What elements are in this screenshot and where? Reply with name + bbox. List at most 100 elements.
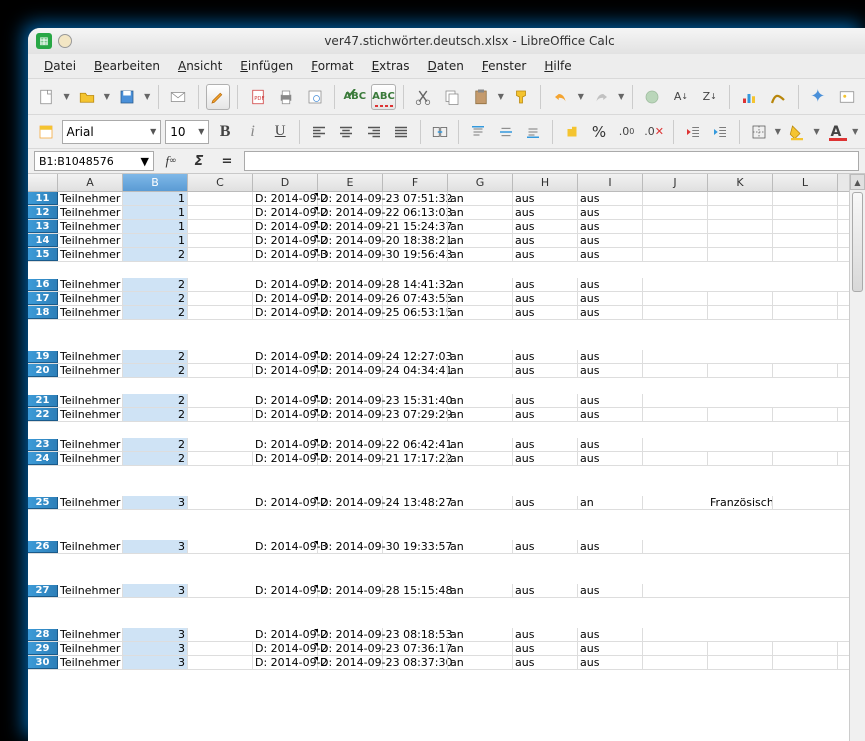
cell[interactable] bbox=[773, 364, 838, 377]
cell[interactable]: Teilnehmer bbox=[58, 220, 123, 233]
cell[interactable]: aus bbox=[578, 292, 643, 305]
cell[interactable]: Teilnehmer bbox=[58, 350, 123, 363]
cell[interactable]: D: 2014-09-24 04:34:41 bbox=[318, 364, 383, 377]
cell[interactable] bbox=[643, 248, 708, 261]
cell[interactable]: Teilnehmer bbox=[58, 628, 123, 641]
table-row[interactable]: 12Teilnehmer1D: 2014-09-2D: 2014-09-22 0… bbox=[28, 206, 865, 220]
cell[interactable] bbox=[188, 292, 253, 305]
cell[interactable]: D: 2014-09-3 bbox=[253, 248, 318, 261]
cell[interactable]: aus bbox=[578, 408, 643, 421]
column-header-H[interactable]: H bbox=[513, 174, 578, 191]
redo-icon[interactable] bbox=[589, 84, 614, 110]
increase-indent-icon[interactable] bbox=[708, 119, 732, 145]
save-icon[interactable] bbox=[115, 84, 140, 110]
cell[interactable]: aus bbox=[513, 452, 578, 465]
cell[interactable]: D: 2014-09-21 17:17:22 bbox=[318, 452, 383, 465]
cell[interactable]: aus bbox=[578, 192, 643, 205]
cell[interactable]: Teilnehmer bbox=[58, 584, 123, 597]
column-header-F[interactable]: F bbox=[383, 174, 448, 191]
cell[interactable]: aus bbox=[513, 540, 578, 553]
cell[interactable]: 3 bbox=[123, 540, 188, 553]
cell[interactable] bbox=[188, 248, 253, 261]
column-header-G[interactable]: G bbox=[448, 174, 513, 191]
table-row[interactable]: 28Teilnehmer3D: 2014-09-2D: 2014-09-23 0… bbox=[28, 598, 865, 642]
export-pdf-icon[interactable]: PDF bbox=[245, 84, 270, 110]
sort-asc-icon[interactable]: A↓ bbox=[669, 84, 694, 110]
table-row[interactable]: 20Teilnehmer2D: 2014-09-2D: 2014-09-24 0… bbox=[28, 364, 865, 378]
cell[interactable] bbox=[708, 206, 773, 219]
row-header[interactable]: 30 bbox=[28, 656, 58, 669]
decrease-indent-icon[interactable] bbox=[681, 119, 705, 145]
cell[interactable]: D: 2014-09-2 bbox=[253, 496, 318, 509]
cell[interactable]: D: 2014-09-23 07:29:29 bbox=[318, 408, 383, 421]
column-header-B[interactable]: B bbox=[123, 174, 188, 191]
cell[interactable]: aus bbox=[513, 496, 578, 509]
cell[interactable]: D: 2014-09-2 bbox=[253, 364, 318, 377]
print-preview-icon[interactable] bbox=[303, 84, 328, 110]
cell[interactable] bbox=[188, 656, 253, 669]
copy-icon[interactable] bbox=[440, 84, 465, 110]
hyperlink-icon[interactable] bbox=[640, 84, 665, 110]
table-row[interactable]: 11Teilnehmer1D: 2014-09-2D: 2014-09-23 0… bbox=[28, 192, 865, 206]
cell[interactable]: aus bbox=[578, 452, 643, 465]
cell[interactable]: aus bbox=[513, 248, 578, 261]
column-header-I[interactable]: I bbox=[578, 174, 643, 191]
menu-bearbeiten[interactable]: Bearbeiten bbox=[86, 57, 168, 75]
row-header[interactable]: 26 bbox=[28, 541, 58, 553]
dropdown-arrow[interactable]: ▼ bbox=[63, 92, 71, 101]
menu-ansicht[interactable]: Ansicht bbox=[170, 57, 230, 75]
row-header[interactable]: 29 bbox=[28, 642, 58, 655]
cell[interactable]: D: 2014-09-2 bbox=[253, 292, 318, 305]
cell[interactable] bbox=[773, 656, 838, 669]
table-row[interactable]: 13Teilnehmer1D: 2014-09-2D: 2014-09-21 1… bbox=[28, 220, 865, 234]
cell[interactable]: aus bbox=[513, 206, 578, 219]
align-left-icon[interactable] bbox=[307, 119, 331, 145]
cell[interactable]: D: 2014-09-2 bbox=[253, 220, 318, 233]
cell[interactable]: an bbox=[448, 292, 513, 305]
cell[interactable] bbox=[643, 220, 708, 233]
menu-einfügen[interactable]: Einfügen bbox=[232, 57, 301, 75]
menu-daten[interactable]: Daten bbox=[420, 57, 472, 75]
navigator-icon[interactable]: ✦ bbox=[805, 84, 830, 110]
cell[interactable]: aus bbox=[513, 408, 578, 421]
cell[interactable]: an bbox=[448, 192, 513, 205]
scroll-thumb[interactable] bbox=[852, 192, 863, 292]
dropdown-arrow[interactable]: ▼ bbox=[143, 92, 151, 101]
cell[interactable]: Teilnehmer bbox=[58, 364, 123, 377]
dropdown-arrow[interactable]: ▼ bbox=[103, 92, 111, 101]
row-header[interactable]: 15 bbox=[28, 248, 58, 261]
cell[interactable]: Teilnehmer bbox=[58, 408, 123, 421]
cell[interactable]: 1 bbox=[123, 192, 188, 205]
column-header-K[interactable]: K bbox=[708, 174, 773, 191]
table-row[interactable]: 22Teilnehmer2D: 2014-09-2D: 2014-09-23 0… bbox=[28, 408, 865, 422]
cell[interactable]: aus bbox=[578, 656, 643, 669]
column-header-J[interactable]: J bbox=[643, 174, 708, 191]
row-header[interactable]: 23 bbox=[28, 439, 58, 451]
cell[interactable]: an bbox=[448, 496, 513, 509]
cell[interactable]: aus bbox=[578, 278, 643, 291]
table-row[interactable]: 15Teilnehmer2D: 2014-09-3D: 2014-09-30 1… bbox=[28, 248, 865, 262]
cell[interactable] bbox=[643, 408, 708, 421]
cell[interactable] bbox=[188, 306, 253, 319]
cell[interactable] bbox=[383, 364, 448, 377]
cell[interactable]: D: 2014-09-2 bbox=[253, 628, 318, 641]
row-header[interactable]: 11 bbox=[28, 192, 58, 205]
fontcolor-icon[interactable]: A bbox=[824, 119, 848, 145]
cell[interactable]: 2 bbox=[123, 248, 188, 261]
cell[interactable]: D: 2014-09-2 bbox=[253, 394, 318, 407]
cell[interactable] bbox=[643, 192, 708, 205]
cell[interactable] bbox=[383, 220, 448, 233]
cell[interactable]: Teilnehmer bbox=[58, 540, 123, 553]
cell[interactable] bbox=[383, 192, 448, 205]
cell[interactable] bbox=[643, 642, 708, 655]
cell[interactable]: aus bbox=[513, 584, 578, 597]
cell[interactable] bbox=[773, 642, 838, 655]
cell[interactable] bbox=[188, 192, 253, 205]
table-row[interactable]: 29Teilnehmer3D: 2014-09-2D: 2014-09-23 0… bbox=[28, 642, 865, 656]
remove-decimal-icon[interactable]: .0✕ bbox=[642, 119, 666, 145]
chart-icon[interactable] bbox=[737, 84, 762, 110]
cell[interactable]: an bbox=[448, 642, 513, 655]
cell[interactable] bbox=[708, 306, 773, 319]
cell[interactable] bbox=[188, 642, 253, 655]
cell[interactable]: D: 2014-09-23 08:18:53 bbox=[318, 628, 383, 641]
